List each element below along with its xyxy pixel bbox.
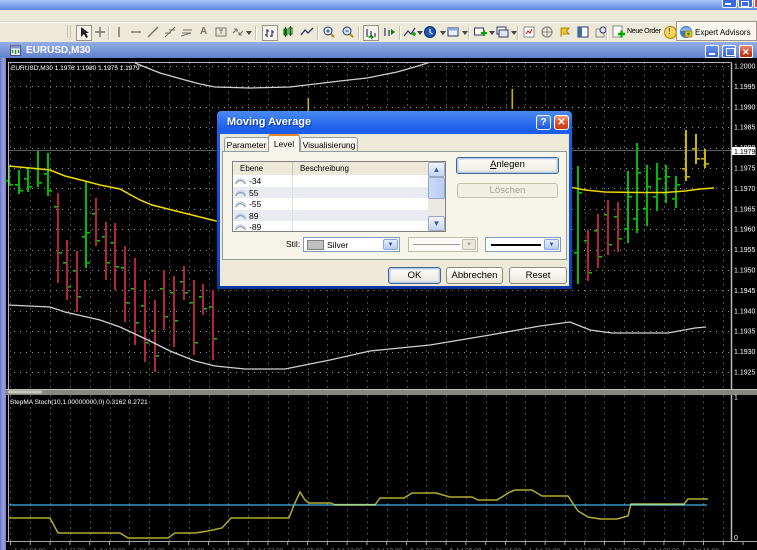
svg-text:1.1990: 1.1990	[734, 104, 756, 111]
svg-text:1.1945: 1.1945	[734, 288, 756, 295]
svg-text:1.1930: 1.1930	[734, 349, 756, 356]
svg-text:1.1950: 1.1950	[734, 268, 756, 275]
svg-text:1.2000: 1.2000	[734, 64, 756, 71]
svg-text:1.1985: 1.1985	[734, 125, 756, 132]
svg-text:1.1970: 1.1970	[734, 186, 756, 193]
svg-text:1.1925: 1.1925	[734, 370, 756, 377]
svg-text:1.1960: 1.1960	[734, 227, 756, 234]
svg-text:StepMA Stoch(10,1.00000000,0): StepMA Stoch(10,1.00000000,0) 0.3162 0.2…	[10, 399, 148, 406]
svg-text:1.1965: 1.1965	[734, 206, 756, 213]
svg-text:1.1955: 1.1955	[734, 247, 756, 254]
svg-text:EURUSD,M30 1.1976 1.1980 1.19: EURUSD,M30 1.1976 1.1980 1.1975 1.1979	[11, 65, 140, 72]
svg-text:1.1940: 1.1940	[734, 308, 756, 315]
svg-text:1.1975: 1.1975	[734, 166, 756, 173]
svg-text:1.1935: 1.1935	[734, 329, 756, 336]
svg-text:0: 0	[734, 535, 738, 542]
svg-text:1: 1	[734, 395, 738, 402]
svg-text:1.1995: 1.1995	[734, 84, 756, 91]
svg-text:1.1979: 1.1979	[734, 149, 756, 156]
